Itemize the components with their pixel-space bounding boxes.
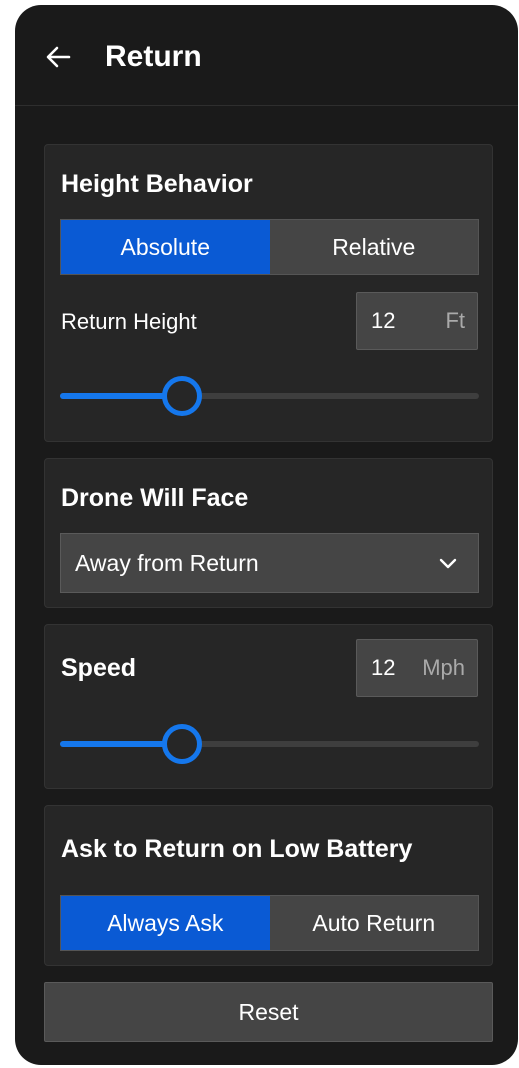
relative-option[interactable]: Relative <box>270 220 479 274</box>
speed-title: Speed <box>61 654 137 682</box>
return-settings-panel: Return Height Behavior Absolute Relative… <box>15 5 518 1065</box>
return-height-input[interactable]: 12 Ft <box>356 292 478 350</box>
slider-thumb[interactable] <box>161 376 202 416</box>
drone-face-card: Drone Will Face Away from Return <box>44 458 493 608</box>
reset-button[interactable]: Reset <box>44 982 493 1042</box>
header: Return <box>15 5 518 106</box>
low-battery-card: Ask to Return on Low Battery Always Ask … <box>44 805 493 966</box>
drone-face-title: Drone Will Face <box>61 484 249 512</box>
low-battery-toggle: Always Ask Auto Return <box>60 895 479 951</box>
drone-face-select[interactable]: Away from Return <box>60 533 479 593</box>
low-battery-title: Ask to Return on Low Battery <box>61 835 413 863</box>
return-height-slider[interactable] <box>60 376 479 416</box>
speed-value: 12 <box>371 655 396 680</box>
height-behavior-card: Height Behavior Absolute Relative Return… <box>44 144 493 442</box>
back-button[interactable] <box>41 39 77 75</box>
page-title: Return <box>105 40 202 73</box>
speed-slider[interactable] <box>60 724 479 764</box>
speed-card: Speed 12 Mph <box>44 624 493 789</box>
speed-unit: Mph <box>422 655 465 680</box>
return-height-label: Return Height <box>61 309 197 334</box>
return-height-unit: Ft <box>445 308 465 333</box>
speed-input[interactable]: 12 Mph <box>356 639 478 697</box>
drone-face-selected: Away from Return <box>75 549 259 576</box>
slider-thumb[interactable] <box>161 724 202 764</box>
return-height-value: 12 <box>371 308 396 333</box>
absolute-option[interactable]: Absolute <box>61 220 270 274</box>
chevron-down-icon <box>438 553 458 573</box>
always-ask-option[interactable]: Always Ask <box>61 896 270 950</box>
height-mode-toggle: Absolute Relative <box>60 219 479 275</box>
arrow-left-icon <box>41 39 77 75</box>
height-behavior-title: Height Behavior <box>61 170 253 198</box>
auto-return-option[interactable]: Auto Return <box>270 896 479 950</box>
